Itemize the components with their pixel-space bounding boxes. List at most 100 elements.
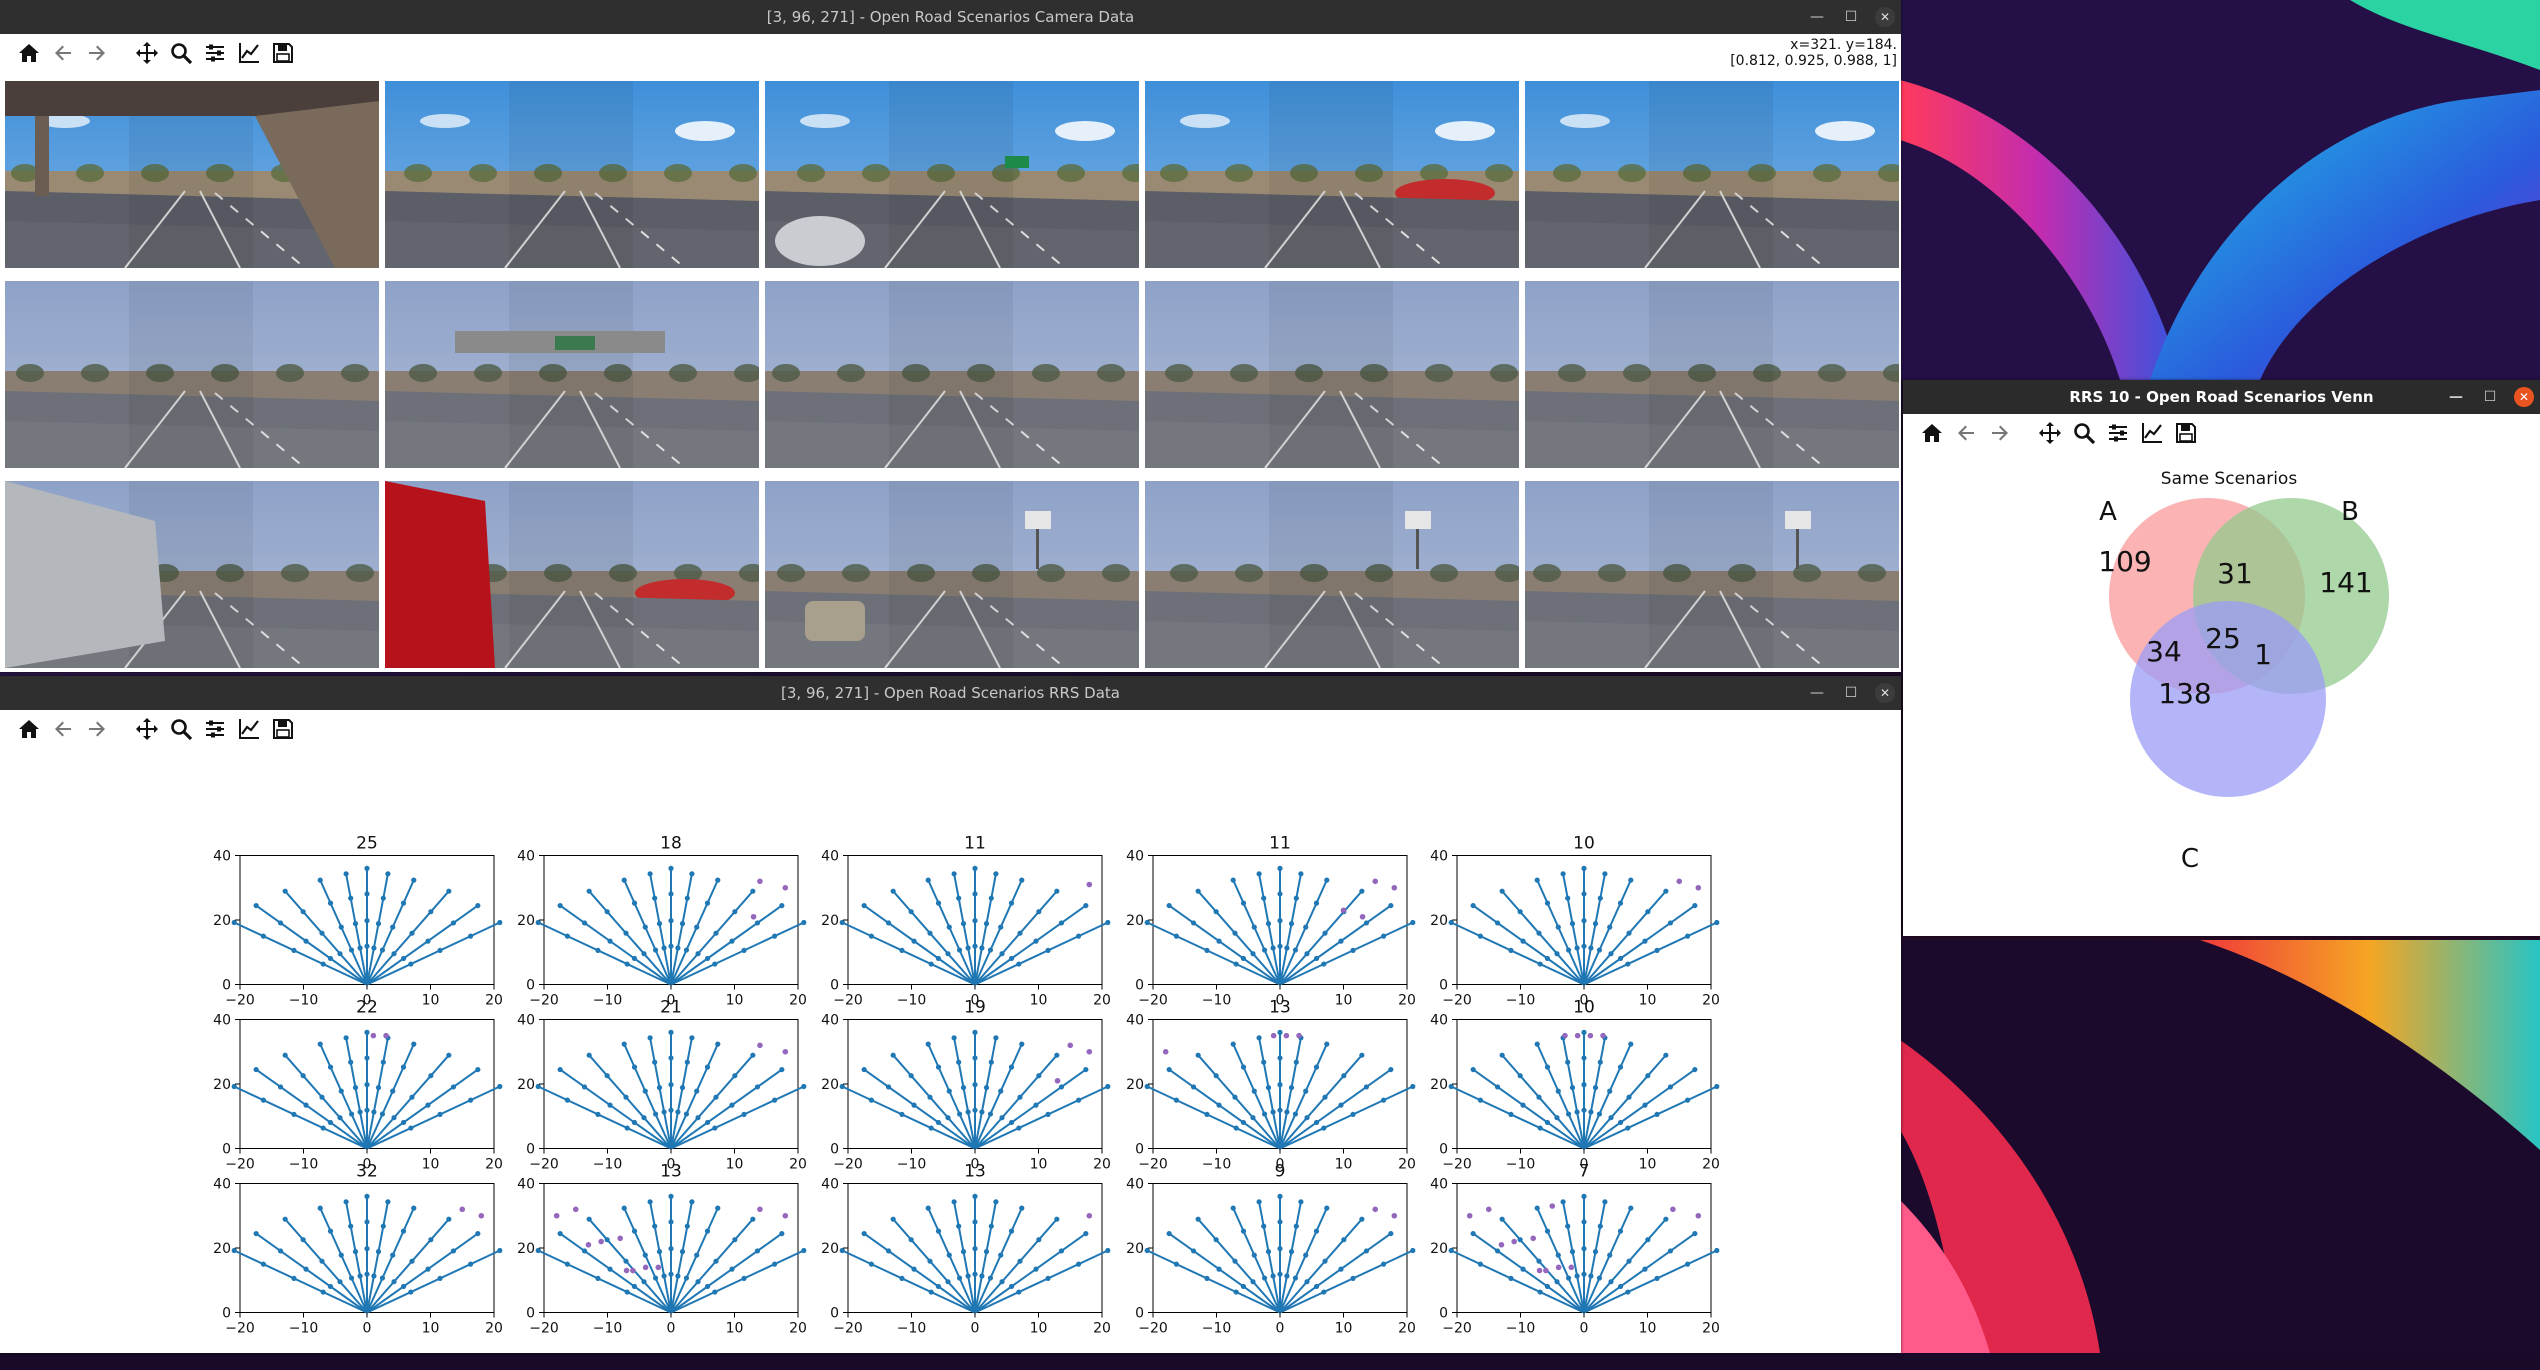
save-icon[interactable] — [2171, 418, 2201, 448]
ray-point — [704, 1283, 711, 1290]
ray-point — [1617, 1283, 1624, 1290]
configure-subplots-icon[interactable] — [200, 714, 230, 744]
ray-point — [1380, 1097, 1387, 1103]
ray-point — [1667, 1084, 1674, 1090]
ray-point — [1574, 945, 1580, 951]
minimize-icon[interactable]: — — [1807, 7, 1827, 27]
extra-point — [1695, 1212, 1702, 1219]
configure-subplots-icon[interactable] — [200, 38, 230, 68]
ray-point — [946, 1088, 952, 1094]
ray-point — [1536, 1094, 1542, 1100]
zoom-icon[interactable] — [166, 714, 196, 744]
ray-point — [1338, 1266, 1344, 1272]
minimize-icon[interactable]: — — [1807, 683, 1827, 703]
pan-icon[interactable] — [2035, 418, 2065, 448]
ray-point — [1232, 930, 1238, 936]
extra-point — [598, 1238, 604, 1245]
ray-point — [343, 1199, 349, 1205]
ray-point — [1555, 1252, 1561, 1258]
home-icon[interactable] — [1917, 418, 1947, 448]
pan-icon[interactable] — [132, 714, 162, 744]
ray-point — [1016, 961, 1022, 967]
x-tick-label: −10 — [1202, 1321, 1232, 1337]
minimize-icon[interactable]: — — [2446, 387, 2466, 407]
ray-point — [946, 924, 952, 930]
venn-diagram[interactable]: Same Scenarios A B C 109 141 138 31 34 1 25 — [1903, 452, 2540, 936]
extra-point — [1587, 1032, 1594, 1039]
x-tick-label: −10 — [897, 993, 927, 1009]
ray-point — [661, 1273, 667, 1279]
y-tick-label: 20 — [1430, 913, 1448, 929]
ray-point — [801, 919, 807, 926]
ray-point — [1645, 1237, 1651, 1243]
ray-point — [1625, 1289, 1631, 1295]
ray-point — [999, 951, 1005, 957]
rrs-data-window: [3, 96, 271] - Open Road Scenarios RRS D… — [0, 676, 1901, 1353]
back-icon[interactable] — [48, 38, 78, 68]
extra-point — [1340, 907, 1347, 914]
ray-point — [1560, 1199, 1566, 1205]
close-icon[interactable]: ✕ — [1875, 7, 1895, 27]
pan-icon[interactable] — [132, 38, 162, 68]
ray-point — [885, 920, 892, 926]
ray-point — [741, 947, 747, 954]
ray-point — [689, 1199, 695, 1205]
edit-axis-icon[interactable] — [234, 38, 264, 68]
edit-axis-icon[interactable] — [2137, 418, 2167, 448]
ray-point — [993, 1035, 999, 1041]
ray-point — [1144, 1247, 1150, 1254]
ray-point — [927, 930, 933, 936]
rrs-figure-canvas[interactable]: 25 −20 −10 0 10 20 0 20 40 18 −20 −10 0 10 20 0 20 40 11 −2… — [0, 748, 1901, 1370]
close-icon[interactable]: ✕ — [2514, 387, 2534, 407]
x-tick-label: −10 — [1506, 1321, 1536, 1337]
y-tick-label: 20 — [517, 1241, 535, 1257]
ray-point — [1105, 919, 1111, 926]
ray-point — [1292, 1111, 1299, 1117]
ray-point — [1520, 1102, 1526, 1108]
ray-point — [1565, 1223, 1571, 1229]
save-icon[interactable] — [268, 38, 298, 68]
y-tick-label: 0 — [830, 1306, 839, 1322]
home-icon[interactable] — [14, 714, 44, 744]
ray-point — [1581, 943, 1587, 949]
ray-point — [604, 1073, 610, 1079]
ray-point — [1574, 1109, 1580, 1115]
y-tick-label: 0 — [1135, 978, 1144, 994]
ray-point — [935, 1064, 942, 1070]
venn-window-titlebar[interactable]: RRS 10 - Open Road Scenarios Venn — ☐ ✕ — [1903, 380, 2540, 414]
ray-point — [1083, 1230, 1089, 1237]
ray-point — [1216, 1102, 1222, 1108]
forward-icon[interactable] — [82, 714, 112, 744]
back-icon[interactable] — [1951, 418, 1981, 448]
ray-point — [425, 938, 431, 944]
ray-point — [450, 920, 457, 926]
ray-point — [741, 1275, 747, 1282]
ray-point — [1251, 1088, 1257, 1094]
ray-point — [1204, 1275, 1210, 1282]
x-tick-label: 10 — [726, 993, 744, 1009]
forward-icon[interactable] — [1985, 418, 2015, 448]
configure-subplots-icon[interactable] — [2103, 418, 2133, 448]
x-tick-label: −10 — [1506, 1157, 1536, 1173]
venn-set-label: C — [2181, 844, 2199, 874]
maximize-icon[interactable]: ☐ — [1841, 683, 1861, 703]
maximize-icon[interactable]: ☐ — [2480, 387, 2500, 407]
ray-point — [1692, 902, 1698, 909]
ray-point — [1534, 1205, 1540, 1211]
ray-point — [704, 1119, 711, 1126]
home-icon[interactable] — [14, 38, 44, 68]
camera-window-titlebar[interactable]: [3, 96, 271] - Open Road Scenarios Camer… — [0, 0, 1901, 34]
save-icon[interactable] — [268, 714, 298, 744]
zoom-icon[interactable] — [166, 38, 196, 68]
ray-point — [1277, 1246, 1283, 1252]
zoom-icon[interactable] — [2069, 418, 2099, 448]
rrs-window-titlebar[interactable]: [3, 96, 271] - Open Road Scenarios RRS D… — [0, 676, 1901, 710]
edit-axis-icon[interactable] — [234, 714, 264, 744]
back-icon[interactable] — [48, 714, 78, 744]
ray-point — [1251, 1252, 1257, 1258]
ray-point — [1083, 902, 1089, 909]
close-icon[interactable]: ✕ — [1875, 683, 1895, 703]
forward-icon[interactable] — [82, 38, 112, 68]
maximize-icon[interactable]: ☐ — [1841, 7, 1861, 27]
camera-thumbnail — [385, 81, 759, 268]
